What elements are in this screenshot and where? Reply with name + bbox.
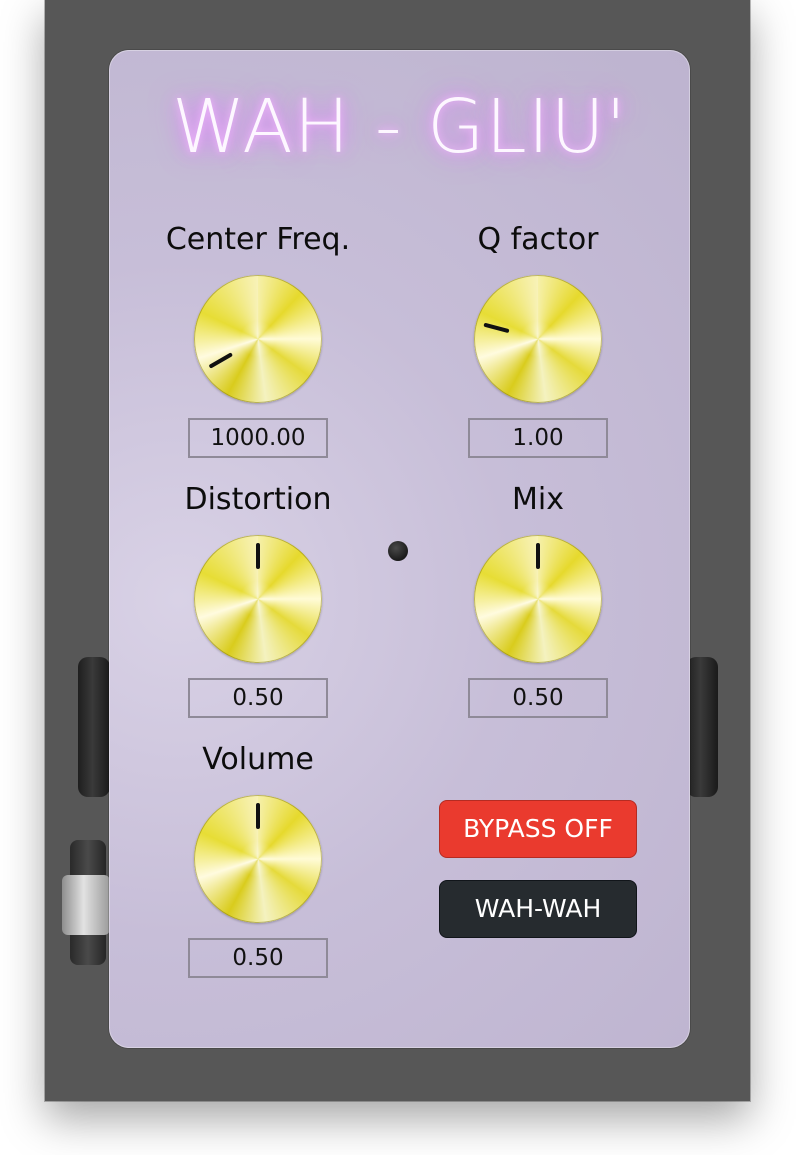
mix-label: Mix [512,482,564,517]
wah-mode-button[interactable]: WAH-WAH [439,880,637,938]
volume-knob[interactable] [194,795,322,923]
mix-knob[interactable] [474,535,602,663]
knob-indicator [256,803,260,829]
plug-ring [62,875,110,935]
bypass-button[interactable]: BYPASS OFF [439,800,637,858]
knob-indicator [256,543,260,569]
output-jack [686,657,718,797]
center-freq-value[interactable]: 1000.00 [188,418,328,458]
knob-indicator [536,543,540,569]
volume-value[interactable]: 0.50 [188,938,328,978]
distortion-label: Distortion [184,482,332,517]
mix-value[interactable]: 0.50 [468,678,608,718]
q-factor-value[interactable]: 1.00 [468,418,608,458]
pedal-panel: WAH - GLIU' Center Freq. 1000.00 Q facto… [109,50,690,1048]
knob-indicator [208,352,234,369]
led-indicator-icon [388,541,408,561]
q-factor-label: Q factor [477,222,599,257]
knob-indicator [483,322,510,334]
q-factor-knob[interactable] [474,275,602,403]
cable-plug [62,840,112,965]
pedal-title: WAH - GLIU' [171,84,628,170]
volume-label: Volume [202,742,314,777]
distortion-knob[interactable] [194,535,322,663]
center-freq-label: Center Freq. [165,222,351,257]
input-jack [78,657,110,797]
distortion-value[interactable]: 0.50 [188,678,328,718]
center-freq-knob[interactable] [194,275,322,403]
